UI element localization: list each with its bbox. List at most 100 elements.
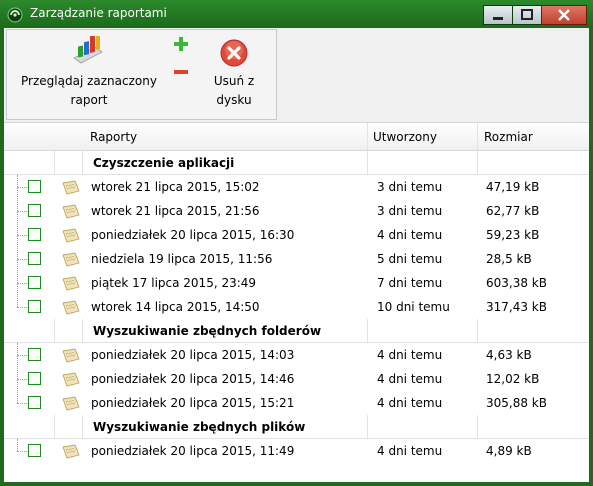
report-size: 12,02 kB — [486, 372, 540, 386]
column-header-created[interactable]: Utworzony — [373, 130, 437, 144]
report-date: poniedziałek 20 lipca 2015, 11:49 — [91, 444, 295, 458]
tree-connector — [17, 259, 27, 260]
tree-connector — [17, 379, 27, 380]
delete-from-disk-label: Usuń z dysku — [213, 74, 255, 107]
report-size: 4,89 kB — [486, 444, 532, 458]
report-size: 317,43 kB — [486, 300, 547, 314]
maximize-icon — [521, 9, 533, 20]
tree-connector — [17, 439, 18, 451]
report-file-icon — [62, 396, 80, 411]
window-content: Przeglądaj zaznaczony raport Usuń z dysk… — [4, 28, 589, 482]
report-size: 59,23 kB — [486, 228, 540, 242]
report-row[interactable]: poniedziałek 20 lipca 2015, 14:03 4 dni t… — [4, 343, 589, 367]
report-file-icon — [62, 348, 80, 363]
column-header-size[interactable]: Rozmiar — [484, 130, 533, 144]
report-date: poniedziałek 20 lipca 2015, 16:30 — [91, 228, 295, 242]
browse-report-button[interactable]: Przeglądaj zaznaczony raport — [13, 30, 165, 118]
app-logo-icon — [7, 7, 23, 23]
minimize-button[interactable] — [483, 5, 513, 25]
report-size: 28,5 kB — [486, 252, 532, 266]
browse-report-label: Przeglądaj zaznaczony raport — [21, 74, 157, 107]
report-size: 47,19 kB — [486, 180, 540, 194]
group-cell-blank — [478, 319, 589, 343]
report-file-icon — [62, 372, 80, 387]
group-cell-blank — [4, 151, 55, 175]
report-row[interactable]: wtorek 21 lipca 2015, 15:02 3 dni temu 47,… — [4, 175, 589, 199]
report-created: 3 dni temu — [377, 180, 443, 194]
window-title: Zarządzanie raportami — [30, 6, 167, 20]
report-checkbox[interactable] — [28, 396, 41, 409]
minus-icon[interactable] — [173, 64, 189, 80]
report-checkbox[interactable] — [28, 204, 41, 217]
report-checkbox[interactable] — [28, 372, 41, 385]
report-row[interactable]: poniedziałek 20 lipca 2015, 14:46 4 dni t… — [4, 367, 589, 391]
plus-icon[interactable] — [173, 36, 189, 52]
report-row[interactable]: poniedziałek 20 lipca 2015, 16:30 4 dni t… — [4, 223, 589, 247]
report-size: 4,63 kB — [486, 348, 532, 362]
report-row[interactable]: piątek 17 lipca 2015, 23:49 7 dni temu 603… — [4, 271, 589, 295]
report-size: 603,38 kB — [486, 276, 547, 290]
column-separator[interactable] — [367, 123, 368, 150]
group-name: Wyszukiwanie zbędnych plików — [83, 415, 368, 439]
report-created: 10 dni temu — [377, 300, 450, 314]
report-date: poniedziałek 20 lipca 2015, 14:03 — [91, 348, 295, 362]
tree-connector — [17, 355, 27, 356]
report-date: niedziela 19 lipca 2015, 11:56 — [91, 252, 273, 266]
report-row[interactable]: niedziela 19 lipca 2015, 11:56 5 dni temu… — [4, 247, 589, 271]
bar-chart-report-icon — [73, 36, 103, 64]
report-checkbox[interactable] — [28, 228, 41, 241]
title-bar[interactable]: Zarządzanie raportami — [0, 0, 593, 28]
group-cell-blank — [4, 319, 55, 343]
delete-from-disk-button[interactable]: Usuń z dysku — [205, 30, 263, 118]
tree-connector — [17, 175, 18, 307]
report-created: 4 dni temu — [377, 372, 443, 386]
report-checkbox[interactable] — [28, 300, 41, 313]
report-checkbox[interactable] — [28, 444, 41, 457]
group-cell-blank — [55, 319, 83, 343]
report-checkbox[interactable] — [28, 180, 41, 193]
column-separator[interactable] — [477, 123, 478, 150]
group-row[interactable]: Wyszukiwanie zbędnych plików — [4, 415, 589, 439]
tree-connector — [17, 235, 27, 236]
report-size: 62,77 kB — [486, 204, 540, 218]
red-x-circle-icon — [220, 39, 248, 67]
report-checkbox[interactable] — [28, 348, 41, 361]
report-date: wtorek 21 lipca 2015, 15:02 — [91, 180, 260, 194]
report-row[interactable]: wtorek 21 lipca 2015, 21:56 3 dni temu 62,… — [4, 199, 589, 223]
tree-connector — [17, 187, 27, 188]
minimize-icon — [493, 17, 503, 20]
tree-connector — [17, 403, 27, 404]
report-size: 305,88 kB — [486, 396, 547, 410]
report-created: 4 dni temu — [377, 396, 443, 410]
column-header-reports[interactable]: Raporty — [90, 130, 137, 144]
report-file-icon — [62, 204, 80, 219]
tree-connector — [17, 451, 27, 452]
window-controls — [483, 5, 587, 25]
report-checkbox[interactable] — [28, 276, 41, 289]
tree-connector — [17, 307, 27, 308]
group-cell-blank — [478, 151, 589, 175]
group-cell-blank — [55, 151, 83, 175]
group-cell-blank — [368, 151, 478, 175]
group-row[interactable]: Czyszczenie aplikacji — [4, 151, 589, 175]
table-header: Raporty Utworzony Rozmiar — [4, 123, 589, 151]
maximize-button[interactable] — [512, 5, 542, 25]
report-date: piątek 17 lipca 2015, 23:49 — [91, 276, 257, 290]
report-row[interactable]: poniedziałek 20 lipca 2015, 15:21 4 dni t… — [4, 391, 589, 415]
group-row[interactable]: Wyszukiwanie zbędnych folderów — [4, 319, 589, 343]
report-manager-window: Zarządzanie raportami Przeglądaj zaznacz… — [0, 0, 593, 486]
tree-connector — [17, 211, 27, 212]
close-button[interactable] — [541, 5, 587, 25]
report-date: wtorek 21 lipca 2015, 21:56 — [91, 204, 260, 218]
report-created: 5 dni temu — [377, 252, 443, 266]
report-created: 3 dni temu — [377, 204, 443, 218]
group-cell-blank — [368, 319, 478, 343]
report-file-icon — [62, 180, 80, 195]
report-checkbox[interactable] — [28, 252, 41, 265]
report-created: 7 dni temu — [377, 276, 443, 290]
report-row[interactable]: wtorek 14 lipca 2015, 14:50 10 dni temu 31… — [4, 295, 589, 319]
report-file-icon — [62, 444, 80, 459]
group-cell-blank — [368, 415, 478, 439]
report-created: 4 dni temu — [377, 348, 443, 362]
report-row[interactable]: poniedziałek 20 lipca 2015, 11:49 4 dni t… — [4, 439, 589, 463]
